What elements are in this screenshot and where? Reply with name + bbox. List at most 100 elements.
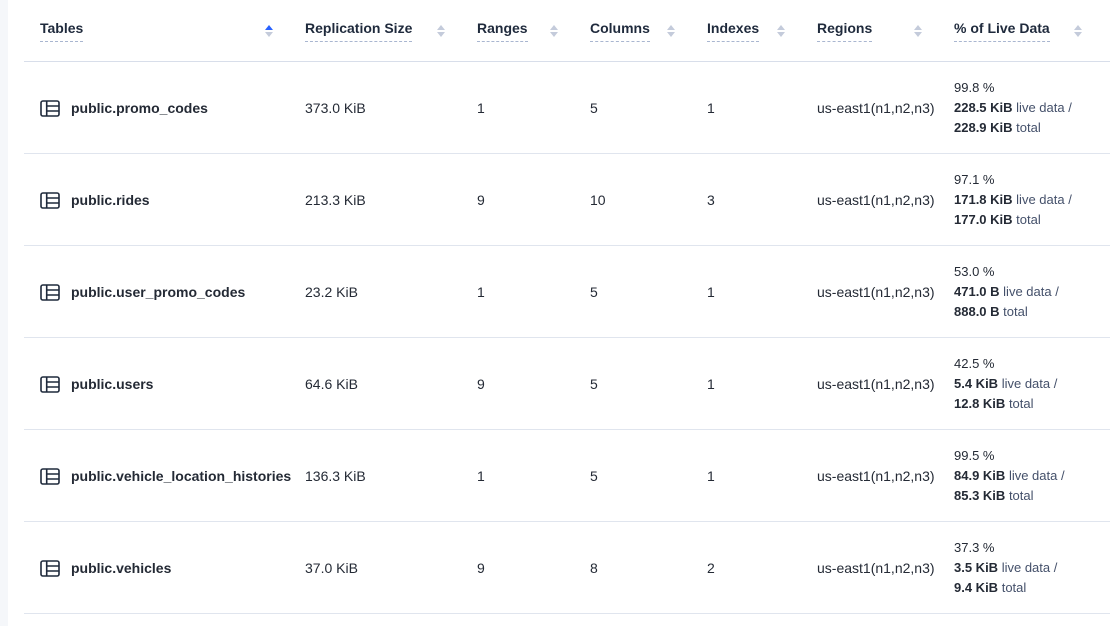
live-data-size-line: 171.8 KiB live data / xyxy=(954,190,1072,210)
replication-size-cell: 37.0 KiB xyxy=(305,522,477,614)
column-header-label: Columns xyxy=(590,20,650,42)
column-header-label: Regions xyxy=(817,20,872,42)
replication-size-cell: 64.6 KiB xyxy=(305,338,477,430)
live-data-cell: 97.1 % 171.8 KiB live data / 177.0 KiB t… xyxy=(954,154,1114,246)
column-header-indexes[interactable]: Indexes xyxy=(707,0,817,62)
table-name-link[interactable]: public.vehicle_location_histories xyxy=(8,430,305,522)
table-grid-icon xyxy=(40,376,60,393)
live-data-size-line: 3.5 KiB live data / xyxy=(954,558,1057,578)
live-data-cell: 37.3 % 3.5 KiB live data / 9.4 KiB total xyxy=(954,522,1114,614)
table-name-link[interactable]: public.user_promo_codes xyxy=(8,246,305,338)
total-size-line: 888.0 B total xyxy=(954,302,1028,322)
ranges-cell: 1 xyxy=(477,62,590,154)
total-size-line: 177.0 KiB total xyxy=(954,210,1041,230)
sort-arrows-icon[interactable] xyxy=(914,25,922,37)
regions-cell: us-east1(n1,n2,n3) xyxy=(817,62,954,154)
live-data-percent: 99.8 % xyxy=(954,78,994,98)
ranges-cell: 1 xyxy=(477,430,590,522)
column-header-ranges[interactable]: Ranges xyxy=(477,0,590,62)
column-header-tables[interactable]: Tables xyxy=(8,0,305,62)
column-header-label: Indexes xyxy=(707,20,759,42)
column-header-columns[interactable]: Columns xyxy=(590,0,707,62)
column-header-live-data[interactable]: % of Live Data xyxy=(954,0,1114,62)
table-name: public.vehicle_location_histories xyxy=(71,468,291,484)
ranges-cell: 9 xyxy=(477,338,590,430)
table-grid-icon xyxy=(40,192,60,209)
sort-arrows-icon[interactable] xyxy=(550,25,558,37)
live-data-size-line: 5.4 KiB live data / xyxy=(954,374,1057,394)
indexes-cell: 1 xyxy=(707,246,817,338)
live-data-size-line: 228.5 KiB live data / xyxy=(954,98,1072,118)
table-name-link[interactable]: public.rides xyxy=(8,154,305,246)
live-data-percent: 53.0 % xyxy=(954,262,994,282)
table-name: public.rides xyxy=(71,192,150,208)
sort-arrows-icon[interactable] xyxy=(437,25,445,37)
database-tables-panel: Tables Replication Size Ranges Columns I… xyxy=(8,0,1114,626)
live-data-percent: 99.5 % xyxy=(954,446,994,466)
replication-size-cell: 373.0 KiB xyxy=(305,62,477,154)
columns-cell: 5 xyxy=(590,338,707,430)
columns-cell: 10 xyxy=(590,154,707,246)
table-grid-icon xyxy=(40,100,60,117)
table-name-link[interactable]: public.promo_codes xyxy=(8,62,305,154)
indexes-cell: 2 xyxy=(707,522,817,614)
live-data-percent: 37.3 % xyxy=(954,538,994,558)
table-name-link[interactable]: public.users xyxy=(8,338,305,430)
sort-arrows-icon[interactable] xyxy=(1074,25,1082,37)
columns-cell: 5 xyxy=(590,62,707,154)
replication-size-cell: 213.3 KiB xyxy=(305,154,477,246)
column-header-label: % of Live Data xyxy=(954,20,1050,42)
total-size-line: 9.4 KiB total xyxy=(954,578,1026,598)
total-size-line: 12.8 KiB total xyxy=(954,394,1034,414)
sort-arrows-icon[interactable] xyxy=(667,25,675,37)
live-data-size-line: 471.0 B live data / xyxy=(954,282,1059,302)
column-header-regions[interactable]: Regions xyxy=(817,0,954,62)
live-data-percent: 42.5 % xyxy=(954,354,994,374)
table-grid-icon xyxy=(40,560,60,577)
total-size-line: 85.3 KiB total xyxy=(954,486,1034,506)
live-data-cell: 53.0 % 471.0 B live data / 888.0 B total xyxy=(954,246,1114,338)
ranges-cell: 9 xyxy=(477,154,590,246)
table-body: public.promo_codes 373.0 KiB 1 5 1 us-ea… xyxy=(8,62,1114,614)
ranges-cell: 1 xyxy=(477,246,590,338)
table-row: public.rides 213.3 KiB 9 10 3 us-east1(n… xyxy=(8,154,1114,246)
table-grid-icon xyxy=(40,468,60,485)
ranges-cell: 9 xyxy=(477,522,590,614)
indexes-cell: 1 xyxy=(707,430,817,522)
regions-cell: us-east1(n1,n2,n3) xyxy=(817,522,954,614)
live-data-cell: 99.5 % 84.9 KiB live data / 85.3 KiB tot… xyxy=(954,430,1114,522)
column-header-label: Ranges xyxy=(477,20,528,42)
indexes-cell: 3 xyxy=(707,154,817,246)
table-name: public.promo_codes xyxy=(71,100,208,116)
table-name: public.vehicles xyxy=(71,560,171,576)
sort-arrows-icon[interactable] xyxy=(777,25,785,37)
regions-cell: us-east1(n1,n2,n3) xyxy=(817,338,954,430)
column-header-label: Replication Size xyxy=(305,20,412,42)
table-name: public.users xyxy=(71,376,153,392)
table-name-link[interactable]: public.vehicles xyxy=(8,522,305,614)
table-row: public.user_promo_codes 23.2 KiB 1 5 1 u… xyxy=(8,246,1114,338)
table-grid-icon xyxy=(40,284,60,301)
table-header-row: Tables Replication Size Ranges Columns I… xyxy=(8,0,1114,62)
column-header-label: Tables xyxy=(40,20,83,42)
indexes-cell: 1 xyxy=(707,338,817,430)
live-data-cell: 99.8 % 228.5 KiB live data / 228.9 KiB t… xyxy=(954,62,1114,154)
table-row: public.promo_codes 373.0 KiB 1 5 1 us-ea… xyxy=(8,62,1114,154)
live-data-cell: 42.5 % 5.4 KiB live data / 12.8 KiB tota… xyxy=(954,338,1114,430)
regions-cell: us-east1(n1,n2,n3) xyxy=(817,430,954,522)
indexes-cell: 1 xyxy=(707,62,817,154)
replication-size-cell: 23.2 KiB xyxy=(305,246,477,338)
regions-cell: us-east1(n1,n2,n3) xyxy=(817,246,954,338)
regions-cell: us-east1(n1,n2,n3) xyxy=(817,154,954,246)
sort-arrows-icon[interactable] xyxy=(265,25,273,37)
total-size-line: 228.9 KiB total xyxy=(954,118,1041,138)
columns-cell: 5 xyxy=(590,246,707,338)
live-data-percent: 97.1 % xyxy=(954,170,994,190)
column-header-replication-size[interactable]: Replication Size xyxy=(305,0,477,62)
table-row: public.vehicles 37.0 KiB 9 8 2 us-east1(… xyxy=(8,522,1114,614)
table-name: public.user_promo_codes xyxy=(71,284,245,300)
columns-cell: 8 xyxy=(590,522,707,614)
table-row: public.vehicle_location_histories 136.3 … xyxy=(8,430,1114,522)
columns-cell: 5 xyxy=(590,430,707,522)
replication-size-cell: 136.3 KiB xyxy=(305,430,477,522)
